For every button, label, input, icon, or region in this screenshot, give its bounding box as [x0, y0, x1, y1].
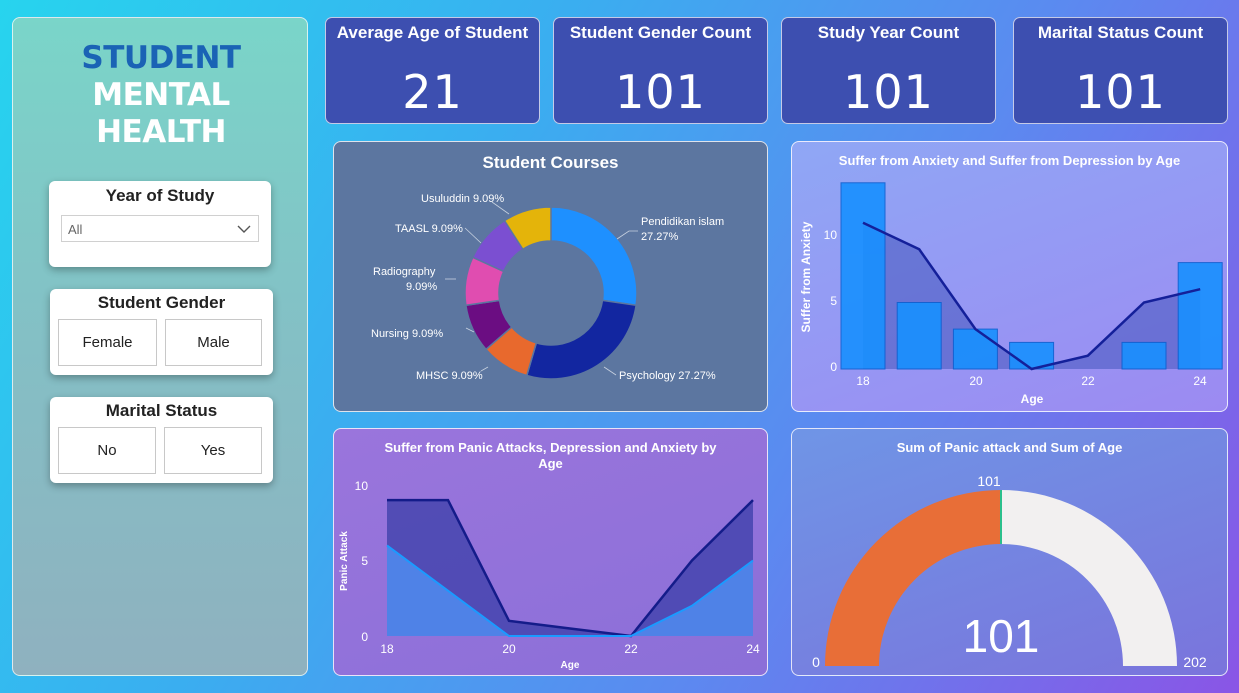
marital-status-slicer: Marital Status No Yes — [50, 397, 273, 483]
kpi-value: 21 — [402, 65, 463, 119]
y-tick: 5 — [361, 554, 368, 568]
gender-female-button[interactable]: Female — [58, 319, 157, 366]
dashboard-logo: STUDENT MENTAL HEALTH — [13, 40, 309, 151]
anxiety-depression-chart: 0 5 10 18 20 22 24 Age Suffer from Anxie… — [799, 182, 1223, 406]
donut-slice-psychology[interactable] — [525, 299, 637, 380]
kpi-study-year-count: Study Year Count 101 — [781, 17, 996, 124]
bar-age-24[interactable] — [1177, 262, 1223, 370]
donut-label-usuluddin: Usuluddin 9.09% — [421, 193, 504, 205]
marital-status-title: Marital Status — [105, 401, 218, 420]
panic-age-gauge-card: Sum of Panic attack and Sum of Age 101 0… — [791, 428, 1228, 676]
marital-no-button[interactable]: No — [58, 427, 156, 474]
kpi-value: 101 — [615, 65, 706, 119]
y-tick: 10 — [824, 228, 838, 242]
logo-word-student: STUDENT — [81, 40, 241, 76]
panic-attacks-card: Suffer from Panic Attacks, Depression an… — [333, 428, 768, 676]
x-tick: 20 — [969, 374, 983, 388]
chevron-down-icon — [237, 225, 251, 233]
kpi-title: Student Gender Count — [569, 23, 752, 42]
x-tick: 18 — [856, 374, 870, 388]
student-courses-donut: Pendidikan islam 27.27% Psychology 27.27… — [371, 193, 724, 382]
x-tick: 22 — [624, 642, 638, 656]
y-axis-label: Panic Attack — [339, 531, 350, 591]
kpi-value: 101 — [843, 65, 934, 119]
year-of-study-slicer: Year of Study All — [49, 181, 271, 267]
donut-label-taasl: TAASL 9.09% — [395, 223, 463, 235]
kpi-value: 101 — [1075, 65, 1166, 119]
gender-male-button[interactable]: Male — [165, 319, 262, 366]
gauge-value-label: 101 — [963, 610, 1040, 662]
filter-panel: STUDENT MENTAL HEALTH Year of Study All … — [12, 17, 308, 676]
year-of-study-value: All — [68, 222, 83, 237]
x-tick: 22 — [1081, 374, 1095, 388]
donut-label-nursing: Nursing 9.09% — [371, 328, 443, 340]
donut-label-radiography: Radiography — [373, 266, 436, 278]
kpi-marital-status-count: Marital Status Count 101 — [1013, 17, 1228, 124]
bar-age-23[interactable] — [1121, 341, 1167, 370]
donut-label-psychology: Psychology 27.27% — [619, 370, 716, 382]
anxiety-depression-card: Suffer from Anxiety and Suffer from Depr… — [791, 141, 1228, 412]
marital-yes-button[interactable]: Yes — [164, 427, 262, 474]
student-gender-slicer: Student Gender Female Male — [50, 289, 273, 375]
kpi-title: Average Age of Student — [336, 23, 529, 42]
donut-slice-pendidikan-islam[interactable] — [550, 206, 638, 307]
kpi-title: Study Year Count — [817, 23, 960, 42]
panic-age-gauge: 101 0 202 101 — [812, 473, 1207, 670]
y-tick: 0 — [361, 630, 368, 644]
x-axis-label: Age — [561, 660, 580, 671]
donut-label-radiography-pct: 9.09% — [406, 281, 437, 293]
student-courses-card: Student Courses Pendidikan islam 27.27% … — [333, 141, 768, 412]
donut-label-pendidikan: Pendidikan islam — [641, 216, 724, 228]
x-tick: 24 — [746, 642, 760, 656]
year-of-study-title: Year of Study — [105, 186, 215, 205]
y-axis-label: Suffer from Anxiety — [799, 221, 813, 332]
student-gender-title: Student Gender — [97, 293, 226, 312]
gauge-max-label: 202 — [1183, 654, 1207, 670]
kpi-gender-count: Student Gender Count 101 — [553, 17, 768, 124]
x-tick: 20 — [502, 642, 516, 656]
year-of-study-dropdown[interactable]: All — [61, 215, 259, 242]
x-tick: 18 — [380, 642, 394, 656]
y-tick: 0 — [830, 360, 837, 374]
kpi-title: Marital Status Count — [1037, 23, 1204, 42]
x-axis-label: Age — [1021, 392, 1044, 406]
logo-word-health: HEALTH — [96, 114, 226, 150]
donut-label-pendidikan-pct: 27.27% — [641, 231, 679, 243]
bar-age-19[interactable] — [896, 302, 942, 370]
y-tick: 10 — [355, 479, 369, 493]
donut-label-mhsc: MHSC 9.09% — [416, 370, 483, 382]
logo-word-mental: MENTAL — [92, 77, 230, 113]
panic-attacks-chart: 0 5 10 18 20 22 24 Age Panic Attack — [339, 479, 760, 671]
bar-age-18[interactable] — [840, 182, 886, 370]
bar-age-20[interactable] — [952, 328, 998, 370]
gauge-min-label: 0 — [812, 654, 820, 670]
kpi-average-age: Average Age of Student 21 — [325, 17, 540, 124]
y-tick: 5 — [830, 294, 837, 308]
gauge-target-label: 101 — [977, 473, 1001, 489]
x-tick: 24 — [1193, 374, 1207, 388]
